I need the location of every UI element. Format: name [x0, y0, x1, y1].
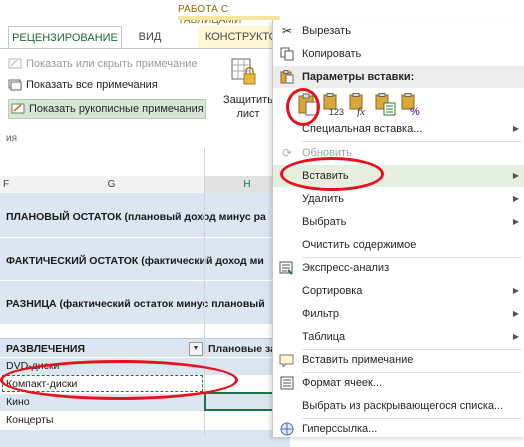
summary-row-planned[interactable]: ПЛАНОВЫЙ ОСТАТОК (плановый доход минус р…	[0, 193, 290, 237]
show-ink-button[interactable]: Показать рукописные примечания	[8, 99, 206, 119]
menu-item-clear-contents[interactable]: Очистить содержимое	[273, 234, 524, 256]
ribbon-group-label: ия	[6, 133, 18, 144]
context-tab-strip	[178, 16, 280, 20]
menu-label: Сортировка	[302, 285, 363, 297]
menu-label: Выбрать	[302, 216, 347, 228]
submenu-arrow-icon: ▶	[512, 332, 519, 341]
ink-icon	[11, 103, 25, 114]
table-row[interactable]: Концерты	[0, 411, 290, 429]
context-menu: ✂ Вырезать Копировать Параметры вставки:…	[272, 20, 524, 437]
menu-item-filter[interactable]: Фильтр ▶	[273, 303, 524, 325]
menu-label: Копировать	[302, 48, 362, 60]
format-cells-icon	[280, 376, 294, 390]
column-header-g[interactable]: G	[20, 176, 203, 193]
new-comment-icon	[279, 354, 294, 367]
summary-row-difference[interactable]: РАЗНИЦА (фактический остаток минус плано…	[0, 280, 290, 325]
submenu-arrow-icon: ▶	[512, 194, 519, 203]
paste-link-label: %	[410, 106, 420, 117]
menu-label: Вставить примечание	[302, 354, 414, 366]
table-header-label: РАЗВЛЕЧЕНИЯ	[6, 343, 85, 355]
menu-item-copy[interactable]: Копировать	[273, 43, 524, 65]
tab-review[interactable]: РЕЦЕНЗИРОВАНИЕ	[8, 26, 122, 49]
menu-item-cut[interactable]: ✂ Вырезать	[273, 20, 524, 42]
paste-values-label: 123	[329, 107, 344, 117]
menu-label: Специальная вставка...	[302, 123, 423, 135]
submenu-arrow-icon: ▶	[512, 286, 519, 295]
menu-item-select[interactable]: Выбрать ▶	[273, 211, 524, 233]
show-ink-label: Показать рукописные примечания	[29, 103, 204, 115]
toggle-comment-button[interactable]: Показать или скрыть примечание	[8, 55, 197, 73]
toggle-comment-label: Показать или скрыть примечание	[26, 58, 198, 70]
clipboard-icon	[280, 70, 294, 84]
submenu-arrow-icon: ▶	[512, 124, 519, 133]
paste-formatting-icon[interactable]	[375, 93, 397, 117]
paste-link-icon[interactable]: %	[401, 93, 423, 117]
menu-label: Выбрать из раскрывающегося списка...	[302, 400, 504, 412]
refresh-icon: ⟳	[281, 146, 293, 160]
scissors-icon: ✂	[281, 24, 293, 38]
annotation-ellipse-paste-icon	[286, 88, 320, 126]
menu-label: Удалить	[302, 193, 344, 205]
annotation-ellipse-copied-cell	[0, 360, 238, 400]
menu-label: Фильтр	[302, 308, 339, 320]
menu-label: Очистить содержимое	[302, 239, 417, 251]
paste-values-icon[interactable]: 123	[323, 93, 345, 117]
menu-label: Вырезать	[302, 25, 351, 37]
submenu-arrow-icon: ▶	[512, 217, 519, 226]
protect-label-line2: лист	[236, 108, 260, 120]
paste-formulas-label: fx	[357, 106, 365, 117]
summary-label: ФАКТИЧЕСКИЙ ОСТАТОК (фактический доход м…	[6, 255, 264, 267]
menu-item-insert-comment[interactable]: Вставить примечание	[273, 349, 524, 371]
table-header-h-label: Плановые за	[208, 343, 276, 355]
menu-label: Таблица	[302, 331, 346, 343]
blank-row[interactable]	[0, 324, 290, 338]
edit-comment-icon	[8, 58, 22, 69]
hyperlink-icon	[280, 422, 294, 436]
cell-text: Кино	[6, 396, 30, 408]
submenu-arrow-icon: ▶	[512, 171, 519, 180]
quick-analysis-icon	[279, 261, 293, 275]
menu-item-delete[interactable]: Удалить ▶	[273, 188, 524, 210]
menu-item-quick-analysis[interactable]: Экспресс-анализ	[273, 257, 524, 279]
menu-item-format-cells[interactable]: Формат ячеек...	[273, 372, 524, 394]
menu-label: Формат ячеек...	[302, 377, 383, 389]
table-header-row[interactable]: РАЗВЛЕЧЕНИЯ ▼ Плановые за	[0, 338, 290, 358]
column-header-row: F G H	[0, 176, 290, 195]
cell-text: Концерты	[6, 414, 54, 426]
table-row[interactable]	[0, 429, 290, 447]
copy-icon	[280, 47, 294, 61]
menu-label: Параметры вставки:	[302, 71, 415, 83]
menu-item-pick-from-list[interactable]: Выбрать из раскрывающегося списка...	[273, 395, 524, 417]
filter-dropdown-button[interactable]: ▼	[189, 342, 203, 356]
menu-item-sort[interactable]: Сортировка ▶	[273, 280, 524, 302]
comments-icon	[8, 79, 22, 91]
paste-options-header: Параметры вставки:	[273, 66, 524, 88]
summary-row-actual[interactable]: ФАКТИЧЕСКИЙ ОСТАТОК (фактический доход м…	[0, 237, 290, 281]
annotation-ellipse-insert	[280, 157, 384, 191]
protect-label-line1: Защитить	[223, 94, 273, 106]
menu-label: Экспресс-анализ	[302, 262, 390, 274]
show-all-comments-button[interactable]: Показать все примечания	[8, 76, 158, 94]
summary-label: РАЗНИЦА (фактический остаток минус плано…	[6, 298, 265, 310]
show-all-comments-label: Показать все примечания	[26, 79, 158, 91]
menu-item-table[interactable]: Таблица ▶	[273, 326, 524, 348]
tab-view[interactable]: ВИД	[130, 26, 170, 48]
summary-label: ПЛАНОВЫЙ ОСТАТОК (плановый доход минус р…	[6, 211, 266, 223]
protect-sheet-icon[interactable]	[230, 57, 258, 87]
protect-sheet-label: Защитить лист	[221, 93, 275, 121]
submenu-arrow-icon: ▶	[512, 309, 519, 318]
paste-formulas-icon[interactable]: fx	[349, 93, 371, 117]
